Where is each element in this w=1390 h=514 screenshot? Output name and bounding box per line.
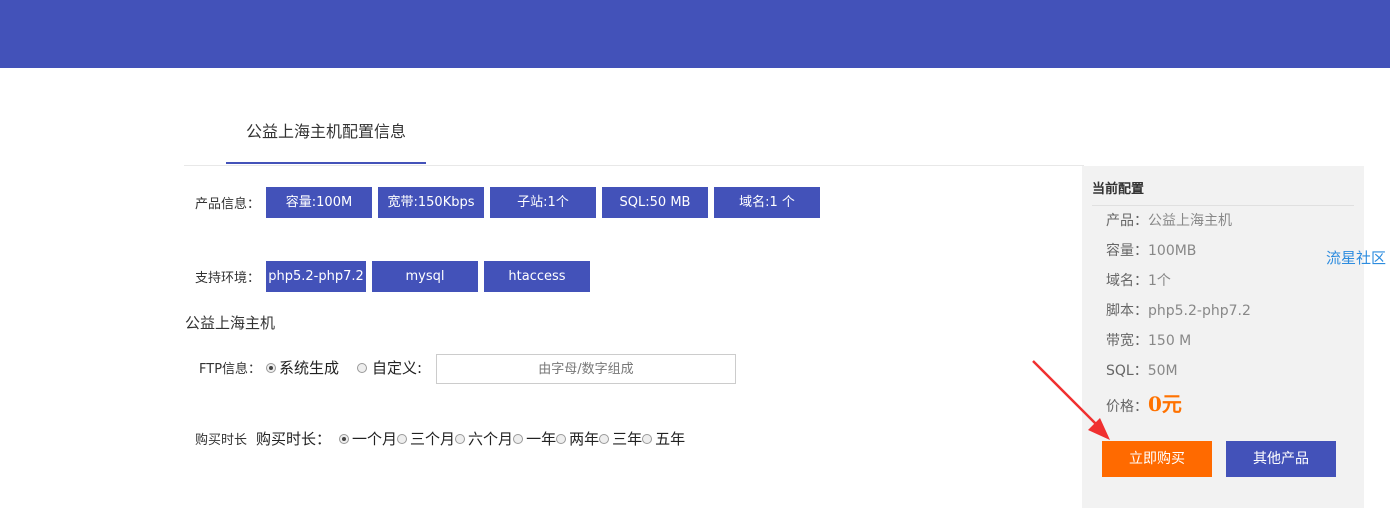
- current-config-panel: 当前配置 产品：公益上海主机 容量：100MB 域名：1个 脚本：php5.2-…: [1082, 166, 1364, 508]
- radio-checked-icon[interactable]: [339, 433, 350, 444]
- other-products-button[interactable]: 其他产品: [1226, 441, 1336, 477]
- radio-unchecked-icon[interactable]: [513, 433, 524, 444]
- spec-key: 脚本：: [1106, 303, 1148, 319]
- section-title: 公益上海主机: [185, 314, 276, 332]
- environment-label: 支持环境：: [195, 271, 261, 286]
- ftp-option-custom-label: 自定义:: [372, 359, 423, 377]
- spec-capacity: 容量：100MB: [1106, 240, 1196, 260]
- spec-key: 域名：: [1106, 273, 1148, 289]
- ftp-option-system[interactable]: 系统生成: [266, 357, 339, 378]
- spec-value: 150 M: [1148, 333, 1192, 349]
- spec-value: 50M: [1147, 363, 1178, 379]
- duration-option-5[interactable]: 两年: [569, 428, 599, 449]
- product-info-label: 产品信息：: [195, 197, 261, 212]
- ftp-option-system-label: 系统生成: [279, 359, 340, 377]
- duration-options: 购买时长： 一个月 三个月 六个月 一年 两年 三年 五年: [256, 428, 685, 449]
- price-value: 0元: [1148, 392, 1182, 416]
- spec-key: SQL：: [1106, 363, 1148, 379]
- product-chip-sql: SQL:50 MB: [602, 187, 708, 218]
- spec-key: 产品：: [1106, 213, 1148, 229]
- tab-active-indicator: [226, 162, 426, 164]
- spec-bandwidth: 带宽：150 M: [1106, 330, 1191, 350]
- community-link[interactable]: 流星社区: [1326, 247, 1386, 268]
- duration-option-4[interactable]: 一年: [526, 428, 556, 449]
- radio-unchecked-icon[interactable]: [556, 433, 567, 444]
- ftp-custom-name-input[interactable]: [436, 354, 736, 384]
- spec-key: 带宽：: [1106, 333, 1148, 349]
- buy-now-button[interactable]: 立即购买: [1102, 441, 1212, 477]
- spec-value: php5.2-php7.2: [1148, 303, 1251, 319]
- env-chip-mysql: mysql: [372, 261, 478, 292]
- duration-label-small: 购买时长: [195, 433, 248, 448]
- spec-key: 价格：: [1106, 399, 1148, 415]
- duration-option-7[interactable]: 五年: [655, 428, 685, 449]
- ftp-label: FTP信息：: [199, 362, 262, 377]
- radio-checked-icon[interactable]: [266, 362, 276, 373]
- radio-unchecked-icon[interactable]: [455, 433, 466, 444]
- duration-option-2[interactable]: 三个月: [410, 428, 455, 449]
- spec-sql: SQL：50M: [1106, 360, 1178, 380]
- duration-label: 购买时长：: [256, 430, 332, 448]
- product-chip-domains: 域名:1 个: [714, 187, 820, 218]
- env-chip-htaccess: htaccess: [484, 261, 590, 292]
- current-config-title: 当前配置: [1092, 182, 1145, 197]
- panel-divider: [1092, 205, 1354, 206]
- radio-unchecked-icon[interactable]: [599, 433, 610, 444]
- spec-price: 价格：0元: [1106, 388, 1182, 417]
- product-chip-bandwidth: 宽带:150Kbps: [378, 187, 484, 218]
- spec-script: 脚本：php5.2-php7.2: [1106, 300, 1251, 320]
- spec-key: 容量：: [1106, 243, 1148, 259]
- ftp-option-custom[interactable]: 自定义:: [357, 357, 422, 378]
- spec-value: 公益上海主机: [1148, 213, 1232, 229]
- radio-unchecked-icon[interactable]: [397, 433, 408, 444]
- env-chip-php: php5.2-php7.2: [266, 261, 366, 292]
- radio-unchecked-icon[interactable]: [642, 433, 653, 444]
- spec-value: 1个: [1148, 273, 1171, 289]
- product-chip-subsites: 子站:1个: [490, 187, 596, 218]
- duration-option-3[interactable]: 六个月: [468, 428, 513, 449]
- tab-host-config[interactable]: 公益上海主机配置信息: [226, 120, 426, 164]
- duration-option-1[interactable]: 一个月: [352, 428, 397, 449]
- top-header-bar: [0, 0, 1390, 68]
- tab-divider: [184, 165, 1084, 166]
- radio-unchecked-icon[interactable]: [357, 362, 367, 373]
- spec-value: 100MB: [1148, 243, 1197, 259]
- spec-product: 产品：公益上海主机: [1106, 210, 1232, 230]
- product-chip-capacity: 容量:100M: [266, 187, 372, 218]
- duration-option-6[interactable]: 三年: [612, 428, 642, 449]
- spec-domain: 域名：1个: [1106, 270, 1171, 290]
